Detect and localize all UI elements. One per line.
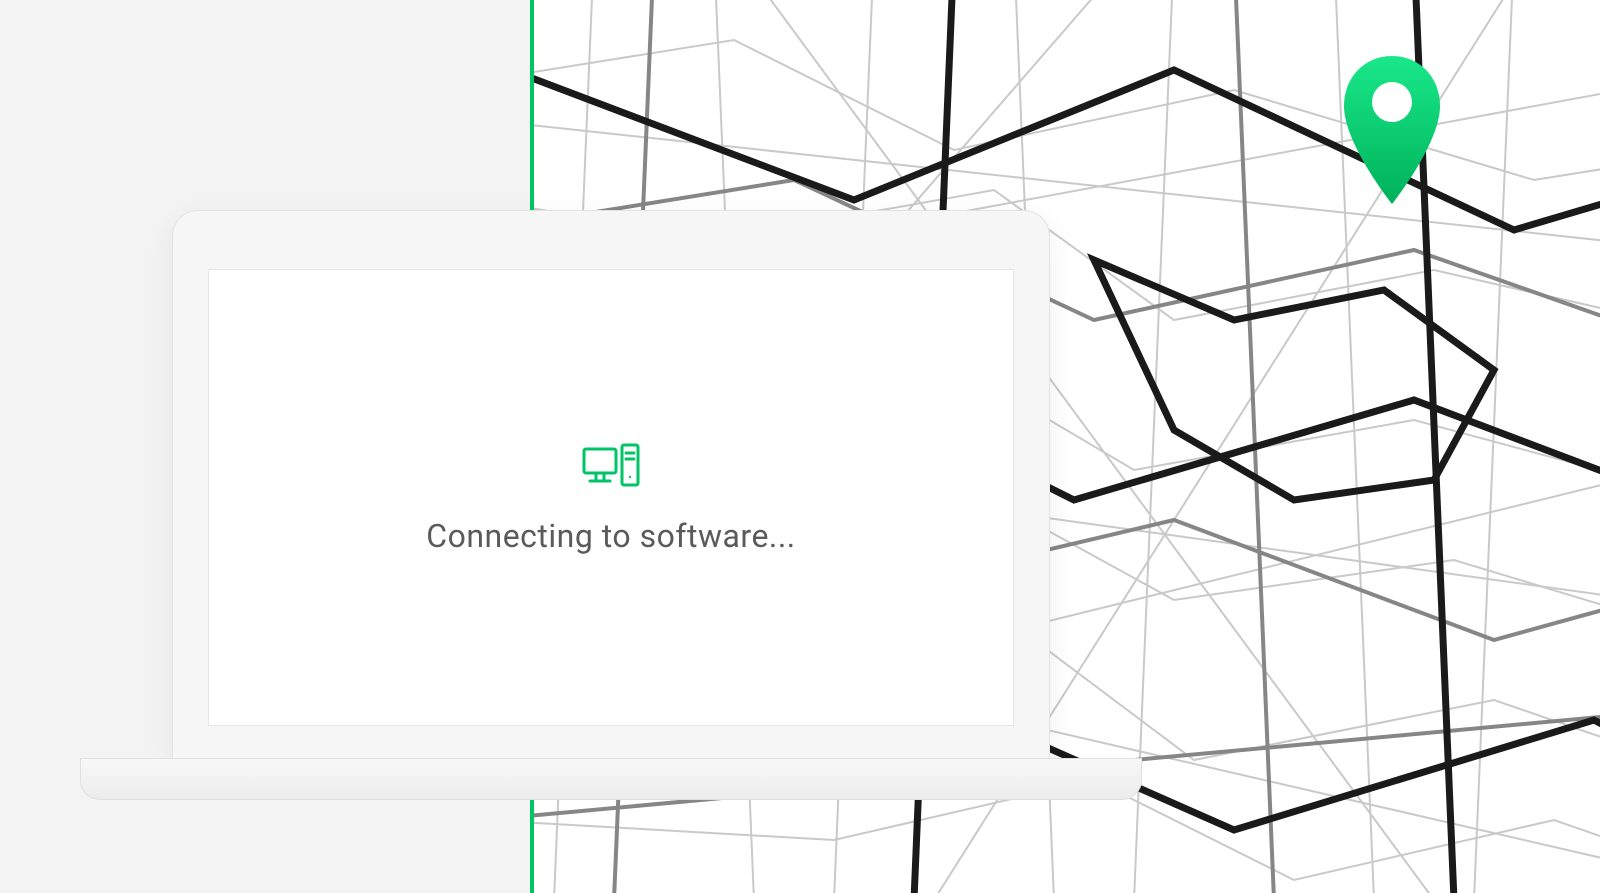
laptop-lid: Connecting to software...: [172, 210, 1050, 762]
laptop-base: [80, 758, 1142, 800]
connecting-status-text: Connecting to software...: [426, 517, 795, 555]
laptop-illustration: Connecting to software...: [80, 210, 1140, 800]
map-pin-icon: [1338, 52, 1446, 212]
laptop-screen: Connecting to software...: [208, 269, 1014, 726]
loading-panel: Connecting to software...: [209, 270, 1013, 725]
computer-icon: [581, 441, 641, 489]
illustration-stage: Connecting to software...: [0, 0, 1600, 893]
